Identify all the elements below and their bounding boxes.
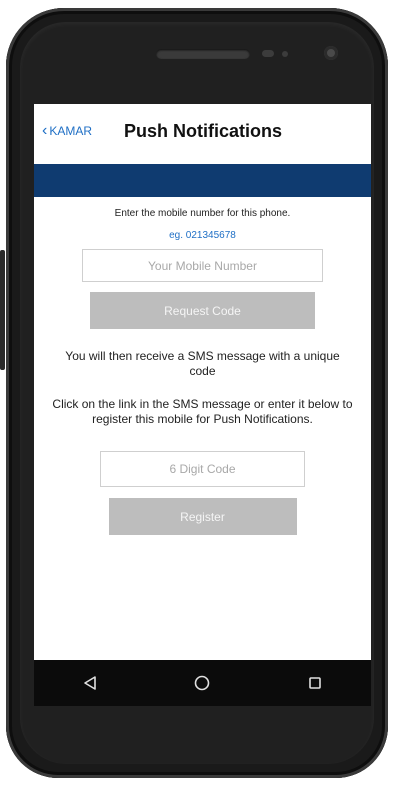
back-button[interactable]: ‹ KAMAR [42,122,93,139]
link-info-text: Click on the link in the SMS message or … [52,397,353,426]
sms-info-text: You will then receive a SMS message with… [65,349,340,378]
back-triangle-icon[interactable] [70,663,110,703]
page-title: Push Notifications [124,121,283,141]
register-button[interactable]: Register [108,498,297,535]
volume-button [0,250,5,370]
instruction-text: Enter the mobile number for this phone. [114,208,291,219]
front-camera-icon [324,46,338,60]
recents-square-icon[interactable] [295,663,335,703]
code-placeholder: 6 Digit Code [169,462,236,476]
example-number: eg. 021345678 [169,230,236,241]
back-label: KAMAR [49,124,93,138]
app-screen: ‹ KAMAR Push Notifications Enter the mob… [34,104,371,660]
request-code-button[interactable]: Request Code [90,292,315,329]
mobile-number-input[interactable]: Your Mobile Number [82,249,323,282]
code-input[interactable]: 6 Digit Code [100,451,305,487]
request-code-label: Request Code [164,303,241,318]
registration-form: Enter the mobile number for this phone. … [34,208,371,535]
home-circle-icon[interactable] [182,663,222,703]
app-header: ‹ KAMAR Push Notifications [34,104,371,164]
register-label: Register [180,509,225,524]
light-sensor [282,51,288,57]
chevron-left-icon: ‹ [42,122,48,139]
speaker-grille [156,49,250,59]
proximity-sensor [262,50,274,57]
header-band [34,164,371,197]
mobile-number-placeholder: Your Mobile Number [148,258,257,273]
navigation-bar [34,660,371,706]
